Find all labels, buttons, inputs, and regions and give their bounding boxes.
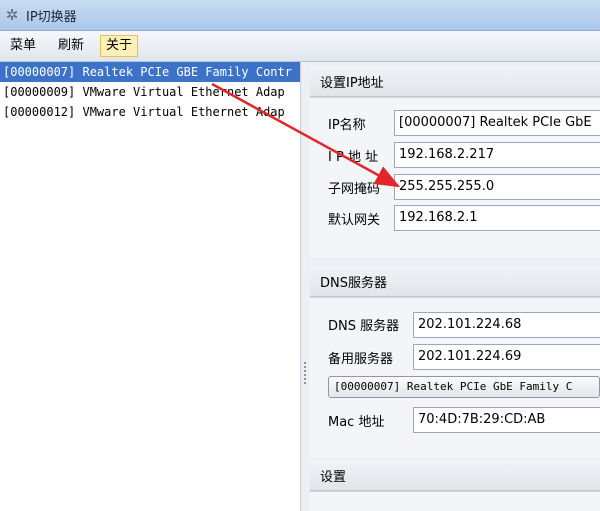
menu-item-menu[interactable]: 菜单 <box>4 35 42 57</box>
adapter-item-selected[interactable]: [00000007] Realtek PCIe GBE Family Contr <box>0 62 300 82</box>
gateway-label: 默认网关 <box>328 213 381 228</box>
ip-name-label: IP名称 <box>328 118 366 133</box>
gateway-field[interactable]: 192.168.2.1 <box>394 205 600 231</box>
title-bar: ✲ IP切换器 <box>0 0 600 31</box>
backup-dns-field[interactable]: 202.101.224.69 <box>413 344 600 370</box>
ip-section-header: 设置IP地址 <box>310 66 600 97</box>
ip-address-label: I P 地 址 <box>328 150 379 165</box>
backup-dns-label: 备用服务器 <box>328 352 394 367</box>
settings-section-header: 设置 <box>310 460 600 491</box>
menu-item-about[interactable]: 关于 <box>100 35 139 57</box>
dns-field[interactable]: 202.101.224.68 <box>413 312 600 338</box>
window-title: IP切换器 <box>26 10 77 25</box>
ip-name-field[interactable]: [00000007] Realtek PCIe GbE <box>394 110 600 136</box>
ip-address-field[interactable]: 192.168.2.217 <box>394 142 600 168</box>
panel-splitter[interactable] <box>300 62 310 511</box>
dns-label: DNS 服务器 <box>328 319 400 334</box>
adapter-select[interactable]: [00000007] Realtek PCIe GbE Family C <box>328 376 600 398</box>
settings-section-title: 设置 <box>320 470 347 485</box>
ip-section: IP名称 [00000007] Realtek PCIe GbE I P 地 址… <box>310 97 600 258</box>
mac-address-label: Mac 地址 <box>328 415 385 430</box>
adapter-item[interactable]: [00000012] VMware Virtual Ethernet Adap <box>0 102 300 122</box>
settings-section <box>310 491 600 511</box>
dns-section-title: DNS服务器 <box>320 276 387 291</box>
menu-bar: 菜单 刷新 关于 <box>0 31 600 62</box>
menu-item-refresh[interactable]: 刷新 <box>52 35 90 57</box>
subnet-mask-label: 子网掩码 <box>328 182 381 197</box>
dns-section: DNS 服务器 202.101.224.68 备用服务器 202.101.224… <box>310 297 600 458</box>
adapter-list[interactable]: [00000007] Realtek PCIe GBE Family Contr… <box>0 62 300 511</box>
gear-icon: ✲ <box>5 6 19 24</box>
mac-address-field[interactable]: 70:4D:7B:29:CD:AB <box>413 407 600 433</box>
adapter-item[interactable]: [00000009] VMware Virtual Ethernet Adap <box>0 82 300 102</box>
settings-panel: 设置IP地址 IP名称 [00000007] Realtek PCIe GbE … <box>310 62 600 511</box>
subnet-mask-field[interactable]: 255.255.255.0 <box>394 174 600 200</box>
splitter-grip-icon <box>304 362 308 384</box>
ip-section-title: 设置IP地址 <box>320 76 384 91</box>
dns-section-header: DNS服务器 <box>310 266 600 297</box>
